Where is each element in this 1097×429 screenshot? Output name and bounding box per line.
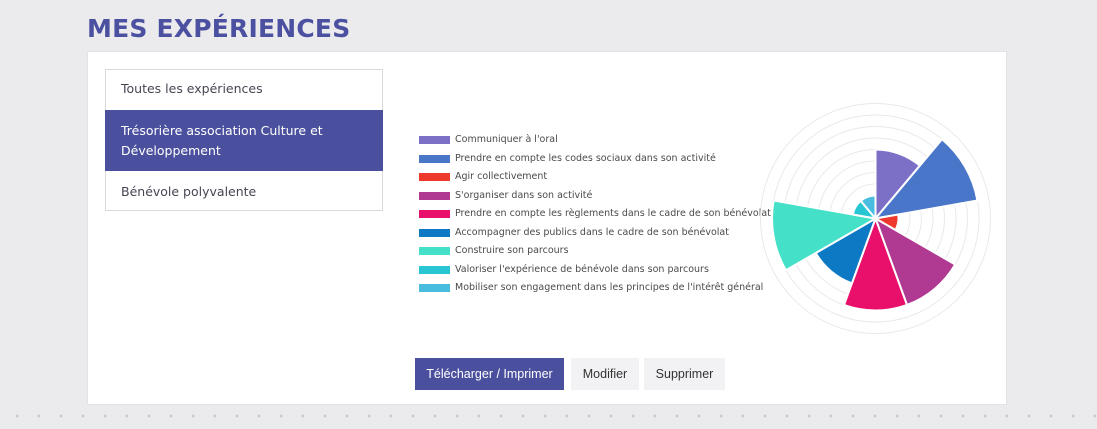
- experience-item-all[interactable]: Toutes les expériences: [105, 69, 383, 110]
- legend-swatch: [419, 247, 450, 255]
- decorative-dots: [0, 408, 1097, 424]
- legend-label: Prendre en compte les règlements dans le…: [455, 208, 771, 219]
- legend-label: Prendre en compte les codes sociaux dans…: [455, 152, 716, 164]
- legend-label: Accompagner des publics dans le cadre de…: [455, 226, 729, 238]
- legend-item: Mobiliser son engagement dans les princi…: [419, 279, 764, 297]
- legend-item: S'organiser dans son activité: [419, 187, 764, 205]
- legend-swatch: [419, 154, 450, 163]
- legend-swatch: [419, 136, 450, 144]
- page: MES EXPÉRIENCES Toutes les expériences T…: [0, 0, 1097, 429]
- legend-label: Communiquer à l'oral: [455, 134, 558, 145]
- legend-item: Valoriser l'expérience de bénévole dans …: [419, 261, 764, 279]
- legend-swatch: [419, 210, 450, 218]
- chart-sectors: [771, 137, 979, 312]
- legend-item: Accompagner des publics dans le cadre de…: [419, 224, 764, 242]
- legend-label: Valoriser l'expérience de bénévole dans …: [455, 263, 709, 275]
- legend-swatch: [419, 173, 450, 181]
- legend-swatch: [419, 265, 450, 274]
- experience-list: Toutes les expériences Trésorière associ…: [105, 69, 383, 211]
- legend-item: Prendre en compte les règlements dans le…: [419, 205, 771, 223]
- experience-item-benevole[interactable]: Bénévole polyvalente: [105, 171, 383, 211]
- legend-item: Prendre en compte les codes sociaux dans…: [419, 150, 764, 168]
- legend-label: Construire son parcours: [455, 245, 569, 256]
- modify-button[interactable]: Modifier: [571, 358, 639, 390]
- legend-item: Communiquer à l'oral: [419, 131, 764, 149]
- legend-swatch: [419, 284, 450, 292]
- legend-label: Mobiliser son engagement dans les princi…: [455, 282, 764, 293]
- legend-item: Construire son parcours: [419, 242, 764, 260]
- experience-item-tresoriere[interactable]: Trésorière association Culture et Dévelo…: [105, 110, 383, 171]
- legend-label: Agir collectivement: [455, 171, 548, 182]
- delete-button[interactable]: Supprimer: [644, 358, 725, 390]
- experience-card: Toutes les expériences Trésorière associ…: [87, 51, 1007, 405]
- download-print-button[interactable]: Télécharger / Imprimer: [415, 358, 564, 390]
- legend-item: Agir collectivement: [419, 168, 764, 186]
- legend-swatch: [419, 228, 450, 237]
- legend-swatch: [419, 191, 450, 200]
- legend-label: S'organiser dans son activité: [455, 189, 593, 201]
- polar-area-chart: [760, 103, 991, 334]
- page-title: MES EXPÉRIENCES: [87, 14, 351, 43]
